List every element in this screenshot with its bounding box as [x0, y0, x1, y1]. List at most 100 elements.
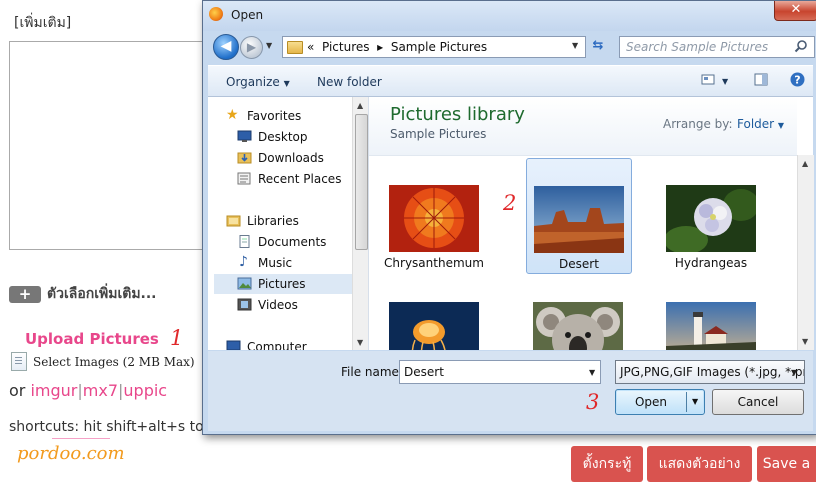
imgur-link[interactable]: imgur — [30, 381, 77, 400]
post-textarea[interactable] — [9, 41, 206, 250]
file-item-jellyfish[interactable] — [382, 275, 486, 350]
open-button[interactable]: Open ▼ — [615, 389, 705, 415]
close-button[interactable]: ✕ — [774, 1, 816, 21]
organize-label: Organize — [226, 75, 280, 89]
post-topic-button[interactable]: ตั้งกระทู้ — [571, 446, 643, 482]
firefox-icon — [209, 7, 223, 21]
shortcuts-hint: shortcuts: hit shift+alt+s to — [9, 419, 204, 435]
back-button[interactable]: ◀ — [213, 34, 239, 60]
nav-item-label: Desktop — [258, 130, 308, 144]
forward-button[interactable]: ▶ — [240, 36, 263, 59]
computer-icon — [226, 340, 241, 350]
chrysanthemum-thumbnail — [389, 185, 479, 252]
file-name: Chrysanthemum — [384, 256, 484, 270]
nav-item-label: Recent Places — [258, 172, 342, 186]
open-button-label: Open — [634, 395, 668, 409]
nav-computer[interactable]: Computer — [208, 337, 352, 350]
nav-item-videos[interactable]: Videos — [208, 295, 352, 315]
documents-icon — [239, 235, 250, 248]
file-item-desert[interactable]: Desert — [526, 158, 632, 274]
image-hosts: or imgur|mx7|uppic — [9, 381, 167, 400]
recent-locations-dropdown[interactable]: ▼ — [266, 41, 272, 50]
nav-item-downloads[interactable]: Downloads — [208, 148, 352, 168]
search-placeholder: Search Sample Pictures — [626, 40, 769, 54]
address-dropdown[interactable]: ▼ — [572, 41, 578, 50]
file-item-chrysanthemum[interactable]: Chrysanthemum — [382, 158, 486, 272]
files-scrollbar[interactable]: ▲ ▼ — [797, 155, 814, 350]
lighthouse-thumbnail — [666, 302, 756, 350]
cancel-button[interactable]: Cancel — [712, 389, 804, 415]
annotation-1: 1 — [170, 326, 184, 350]
scroll-up-icon[interactable]: ▲ — [357, 101, 363, 110]
downloads-folder-icon — [237, 152, 252, 164]
desktop-icon — [237, 130, 252, 142]
hosts-prefix: or — [9, 381, 26, 400]
open-options-dropdown[interactable]: ▼ — [692, 397, 698, 406]
file-name-value: Desert — [404, 365, 444, 379]
scroll-thumb[interactable] — [355, 114, 368, 250]
arrange-by-value: Folder — [737, 117, 775, 131]
file-list-pane: Pictures library Sample Pictures Arrange… — [369, 97, 797, 350]
plus-icon: + — [9, 285, 41, 303]
nav-item-label: Music — [258, 256, 293, 270]
nav-item-documents[interactable]: Documents — [208, 232, 352, 252]
nav-favorites[interactable]: ★ Favorites — [208, 106, 352, 126]
file-type-select[interactable]: JPG,PNG,GIF Images (*.jpg, *.pr ▼ — [615, 360, 805, 384]
mx7-link[interactable]: mx7 — [83, 381, 118, 400]
nav-item-label: Downloads — [258, 151, 324, 165]
save-button[interactable]: Save a — [757, 446, 816, 482]
file-name-input[interactable]: Desert ▼ — [399, 360, 601, 384]
star-icon: ★ — [226, 107, 239, 123]
music-icon: ♪ — [239, 254, 248, 270]
new-folder-button[interactable]: New folder — [317, 75, 382, 89]
nav-item-desktop[interactable]: Desktop — [208, 127, 352, 147]
nav-item-label: Videos — [258, 298, 298, 312]
refresh-icon[interactable]: ⇆ — [587, 36, 609, 56]
uppic-link[interactable]: uppic — [123, 381, 167, 400]
help-icon[interactable]: ? — [790, 72, 805, 87]
select-images-link[interactable]: Select Images (2 MB Max) — [11, 352, 195, 371]
scroll-down-icon[interactable]: ▼ — [357, 338, 363, 347]
view-dropdown-icon[interactable]: ▼ — [722, 77, 728, 86]
nav-item-pictures[interactable]: Pictures — [214, 274, 352, 294]
nav-item-recent-places[interactable]: Recent Places — [208, 169, 352, 189]
preview-pane-icon[interactable] — [754, 73, 768, 86]
koala-thumbnail — [533, 302, 623, 350]
organize-menu[interactable]: Organize ▼ — [226, 75, 290, 89]
dialog-content: ★ Favorites Desktop Downloads Recent Pla… — [208, 97, 814, 350]
file-name: Hydrangeas — [674, 256, 748, 270]
chevron-down-icon: ▼ — [283, 79, 290, 88]
file-item-koala[interactable] — [526, 275, 630, 350]
navigation-pane: ★ Favorites Desktop Downloads Recent Pla… — [208, 97, 369, 350]
arrange-by-label: Arrange by: — [663, 117, 733, 131]
file-item-hydrangeas[interactable]: Hydrangeas — [659, 158, 763, 272]
chevron-down-icon[interactable]: ▼ — [791, 368, 797, 377]
scroll-up-icon[interactable]: ▲ — [802, 159, 808, 168]
chevron-down-icon[interactable]: ▼ — [589, 368, 595, 377]
dialog-title: Open — [231, 8, 264, 22]
breadcrumb-pictures[interactable]: Pictures — [322, 40, 370, 54]
breadcrumb-separator[interactable]: ▸ — [377, 40, 383, 54]
dialog-titlebar[interactable]: Open ✕ — [203, 1, 816, 31]
watermark: pordoo.com — [17, 443, 125, 464]
file-item-lighthouse[interactable] — [659, 275, 763, 350]
scroll-down-icon[interactable]: ▼ — [802, 337, 808, 346]
more-link[interactable]: [เพิ่มเติม] — [14, 12, 71, 34]
more-options-toggle[interactable]: + ตัวเลือกเพิ่มเติม... — [9, 283, 157, 305]
breadcrumb: « Pictures ▸ Sample Pictures — [307, 40, 487, 54]
preview-button[interactable]: แสดงตัวอย่าง — [647, 446, 752, 482]
chevron-down-icon: ▼ — [777, 121, 785, 130]
nav-libraries[interactable]: Libraries — [208, 211, 352, 231]
videos-icon — [237, 298, 252, 311]
nav-item-label: Pictures — [258, 277, 306, 291]
view-options-icon[interactable] — [701, 73, 715, 86]
nav-item-music[interactable]: ♪ Music — [208, 253, 352, 273]
nav-scrollbar[interactable]: ▲ ▼ — [352, 97, 368, 350]
breadcrumb-overflow[interactable]: « — [307, 40, 314, 54]
breadcrumb-sample-pictures[interactable]: Sample Pictures — [391, 40, 487, 54]
arrange-by-dropdown[interactable]: Folder ▼ — [737, 117, 784, 131]
file-type-value: JPG,PNG,GIF Images (*.jpg, *.pr — [620, 365, 805, 379]
address-bar[interactable]: « Pictures ▸ Sample Pictures ▼ — [282, 36, 586, 58]
split-divider — [686, 392, 687, 412]
search-input[interactable]: Search Sample Pictures — [619, 36, 815, 58]
